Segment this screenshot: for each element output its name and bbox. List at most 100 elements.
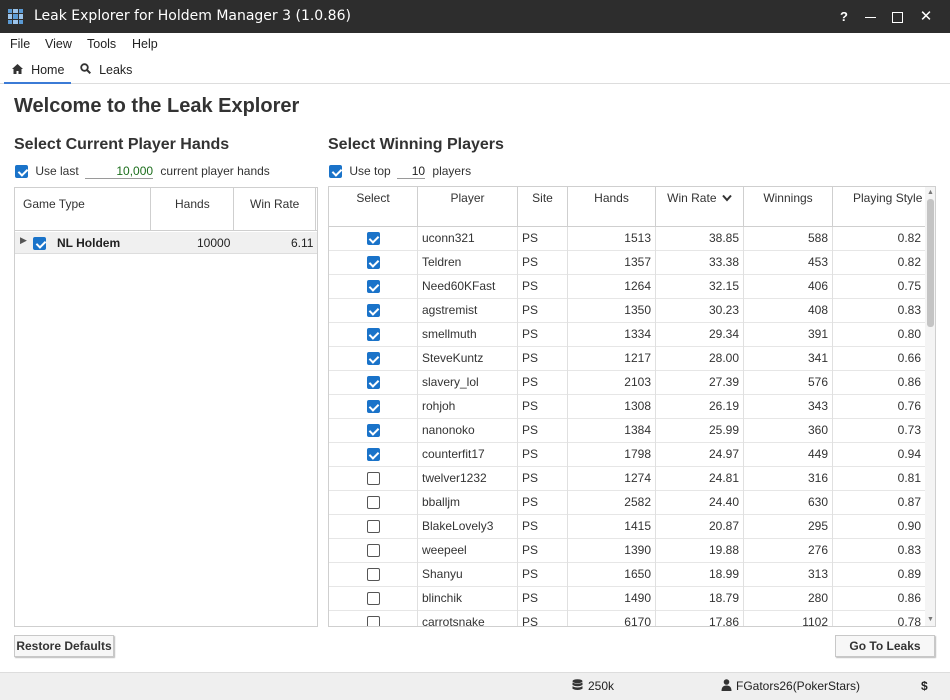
scroll-thumb[interactable] <box>927 199 934 327</box>
minimize-icon <box>864 16 876 19</box>
chevron-down-icon <box>722 194 732 202</box>
table-row[interactable]: Need60KFast PS 1264 32.15 406 0.75 <box>329 275 925 299</box>
table-row[interactable]: twelver1232 PS 1274 24.81 316 0.81 <box>329 467 925 491</box>
select-cell[interactable] <box>329 491 418 515</box>
minimize-button[interactable] <box>856 0 884 33</box>
select-cell[interactable] <box>329 515 418 539</box>
winnings-cell: 408 <box>744 299 833 323</box>
row-checkbox[interactable] <box>366 304 380 318</box>
col-hands[interactable]: Hands <box>175 188 210 231</box>
select-cell[interactable] <box>329 299 418 323</box>
row-checkbox[interactable] <box>366 544 380 558</box>
col-playing-style[interactable]: Playing Style <box>833 187 925 227</box>
use-top-checkbox[interactable] <box>329 165 342 179</box>
row-checkbox[interactable] <box>366 352 380 366</box>
table-row[interactable]: BlakeLovely3 PS 1415 20.87 295 0.90 <box>329 515 925 539</box>
table-row[interactable]: slavery_lol PS 2103 27.39 576 0.86 <box>329 371 925 395</box>
col-win-rate[interactable]: Win Rate <box>656 187 744 227</box>
row-checkbox[interactable] <box>366 520 380 534</box>
site-cell: PS <box>518 371 568 395</box>
table-row[interactable]: rohjoh PS 1308 26.19 343 0.76 <box>329 395 925 419</box>
restore-defaults-button[interactable]: Restore Defaults <box>14 635 114 657</box>
col-site[interactable]: Site <box>518 187 568 227</box>
use-top-input[interactable]: 10 <box>397 164 426 179</box>
table-scrollbar[interactable]: ▲ ▼ <box>925 187 935 626</box>
row-checkbox[interactable] <box>366 424 380 438</box>
table-row[interactable]: smellmuth PS 1334 29.34 391 0.80 <box>329 323 925 347</box>
col-game-type[interactable]: Game Type <box>23 188 85 231</box>
winnings-cell: 343 <box>744 395 833 419</box>
help-button[interactable]: ? <box>830 0 858 33</box>
player-cell: Need60KFast <box>418 275 518 299</box>
row-checkbox[interactable] <box>366 472 380 486</box>
table-row[interactable]: agstremist PS 1350 30.23 408 0.83 <box>329 299 925 323</box>
select-cell[interactable] <box>329 443 418 467</box>
site-cell: PS <box>518 323 568 347</box>
expand-arrow-icon[interactable]: ▶ <box>20 235 27 246</box>
menu-tools[interactable]: Tools <box>87 37 116 51</box>
col-select[interactable]: Select <box>329 187 418 227</box>
row-checkbox[interactable] <box>366 400 380 414</box>
row-checkbox[interactable] <box>366 256 380 270</box>
win-rate-cell: 19.88 <box>656 539 744 563</box>
table-row[interactable]: blinchik PS 1490 18.79 280 0.86 <box>329 587 925 611</box>
scroll-down-icon[interactable]: ▼ <box>925 614 935 626</box>
select-cell[interactable] <box>329 251 418 275</box>
style-cell: 0.82 <box>897 231 921 245</box>
col-winnings[interactable]: Winnings <box>744 187 833 227</box>
select-cell[interactable] <box>329 347 418 371</box>
table-row[interactable]: uconn321 PS 1513 38.85 588 0.82 <box>329 227 925 251</box>
tab-home[interactable]: Home <box>4 63 71 84</box>
win-rate-cell: 38.85 <box>656 227 744 251</box>
select-cell[interactable] <box>329 227 418 251</box>
col-hands[interactable]: Hands <box>568 187 656 227</box>
table-row[interactable]: nanonoko PS 1384 25.99 360 0.73 <box>329 419 925 443</box>
col-win-rate[interactable]: Win Rate <box>250 188 299 231</box>
menu-file[interactable]: File <box>10 37 30 51</box>
currency-icon[interactable]: $ <box>921 679 928 693</box>
row-checkbox[interactable] <box>366 568 380 582</box>
use-last-input[interactable]: 10,000 <box>85 164 154 179</box>
select-cell[interactable] <box>329 395 418 419</box>
win-rate-cell: 24.81 <box>656 467 744 491</box>
table-row[interactable]: carrotsnake PS 6170 17.86 1102 0.78 <box>329 611 925 626</box>
select-cell[interactable] <box>329 275 418 299</box>
style-cell: 0.81 <box>897 471 921 485</box>
table-row[interactable]: SteveKuntz PS 1217 28.00 341 0.66 <box>329 347 925 371</box>
table-row[interactable]: Shanyu PS 1650 18.99 313 0.89 <box>329 563 925 587</box>
row-checkbox[interactable] <box>366 448 380 462</box>
table-row[interactable]: ▶ NL Holdem 10000 6.11 <box>15 232 317 254</box>
menu-view[interactable]: View <box>45 37 72 51</box>
row-checkbox[interactable] <box>366 328 380 342</box>
go-to-leaks-button[interactable]: Go To Leaks <box>835 635 935 657</box>
select-cell[interactable] <box>329 539 418 563</box>
hands-cell: 1390 <box>568 539 656 563</box>
table-row[interactable]: bballjm PS 2582 24.40 630 0.87 <box>329 491 925 515</box>
win-rate-cell: 20.87 <box>656 515 744 539</box>
select-cell[interactable] <box>329 563 418 587</box>
select-cell[interactable] <box>329 611 418 626</box>
select-cell[interactable] <box>329 467 418 491</box>
menu-help[interactable]: Help <box>132 37 158 51</box>
select-cell[interactable] <box>329 419 418 443</box>
row-checkbox[interactable] <box>366 592 380 606</box>
maximize-button[interactable] <box>883 0 911 33</box>
close-button[interactable]: ✕ <box>912 0 940 33</box>
table-row[interactable]: counterfit17 PS 1798 24.97 449 0.94 <box>329 443 925 467</box>
row-checkbox[interactable] <box>366 232 380 246</box>
select-cell[interactable] <box>329 371 418 395</box>
tab-leaks[interactable]: Leaks <box>80 63 132 84</box>
style-cell: 0.87 <box>897 495 921 509</box>
row-checkbox[interactable] <box>33 237 46 251</box>
use-last-checkbox[interactable] <box>15 165 28 179</box>
table-row[interactable]: weepeel PS 1390 19.88 276 0.83 <box>329 539 925 563</box>
row-checkbox[interactable] <box>366 280 380 294</box>
col-player[interactable]: Player <box>418 187 518 227</box>
row-checkbox[interactable] <box>366 616 380 626</box>
scroll-up-icon[interactable]: ▲ <box>925 187 935 199</box>
row-checkbox[interactable] <box>366 496 380 510</box>
table-row[interactable]: Teldren PS 1357 33.38 453 0.82 <box>329 251 925 275</box>
row-checkbox[interactable] <box>366 376 380 390</box>
select-cell[interactable] <box>329 323 418 347</box>
select-cell[interactable] <box>329 587 418 611</box>
